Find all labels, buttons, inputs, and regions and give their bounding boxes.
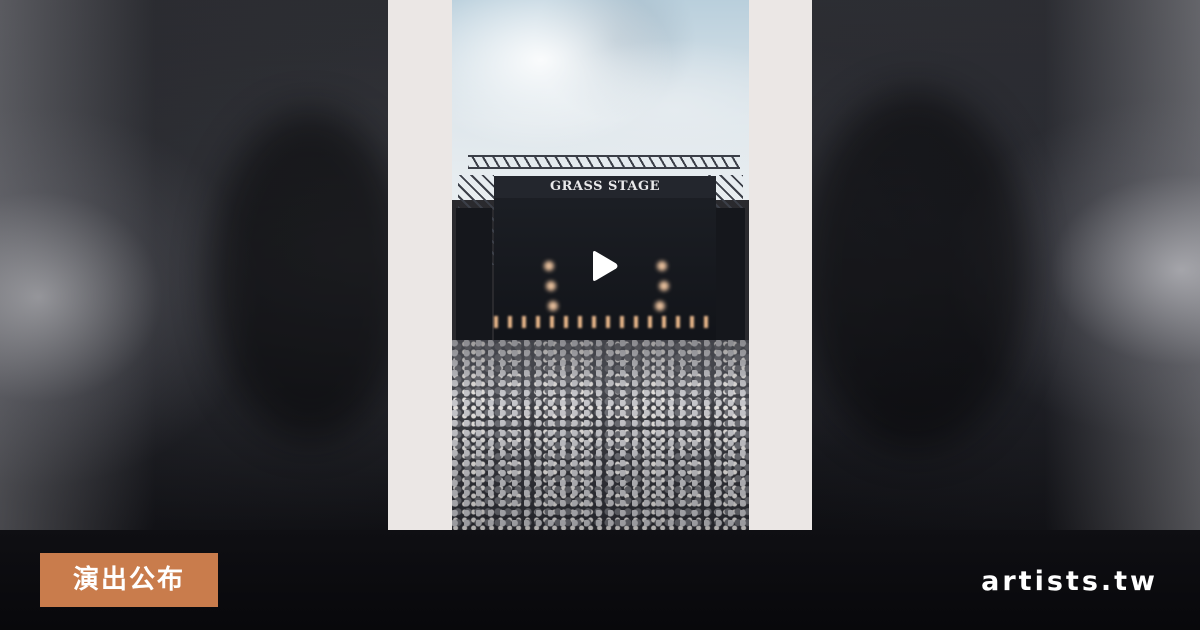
stage-light [546, 281, 556, 291]
stage-light [655, 301, 665, 311]
stage-light [544, 261, 554, 271]
stage-wing-left [456, 208, 492, 343]
play-icon-glyph [593, 251, 618, 281]
share-image: GRASS STAGE 演出公布 artists.tw [0, 0, 1200, 630]
stage-light [659, 281, 669, 291]
stage-footlights [494, 316, 716, 328]
site-brand[interactable]: artists.tw [981, 562, 1158, 602]
stage-light [548, 301, 558, 311]
stage-sign: GRASS STAGE [494, 176, 716, 198]
background-shadow [210, 110, 410, 440]
category-badge[interactable]: 演出公布 [40, 553, 218, 607]
sky [452, 0, 749, 200]
play-icon[interactable] [589, 250, 619, 282]
video-card: GRASS STAGE [388, 0, 812, 530]
crowd-shade [452, 340, 749, 530]
stage-truss [468, 155, 740, 169]
stage-light [657, 261, 667, 271]
background-shadow [800, 90, 1030, 450]
video-thumbnail[interactable]: GRASS STAGE [452, 0, 749, 530]
